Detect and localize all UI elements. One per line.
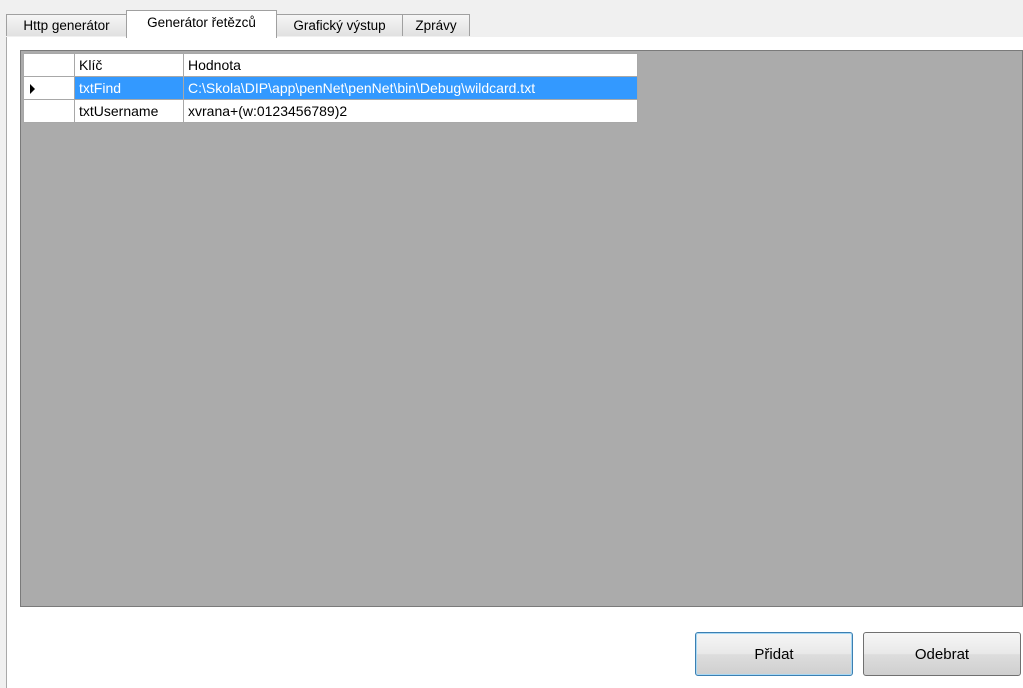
cell-value[interactable]: xvrana+(w:0123456789)2 (183, 99, 638, 123)
cell-value[interactable]: C:\Skola\DIP\app\penNet\penNet\bin\Debug… (183, 76, 638, 100)
grid-header-row: Klíč Hodnota (23, 53, 638, 77)
data-grid[interactable]: Klíč Hodnota txtFind C:\Skola\DIP\app\pe… (20, 50, 1023, 607)
row-header[interactable] (23, 99, 75, 123)
cell-key[interactable]: txtUsername (74, 99, 184, 123)
column-header-value[interactable]: Hodnota (183, 53, 638, 77)
grid-table: Klíč Hodnota txtFind C:\Skola\DIP\app\pe… (23, 53, 638, 123)
tab-string-generator[interactable]: Generátor řetězců (126, 10, 277, 38)
table-row[interactable]: txtUsername xvrana+(w:0123456789)2 (23, 99, 638, 123)
remove-button[interactable]: Odebrat (863, 632, 1021, 676)
tab-messages[interactable]: Zprávy (402, 14, 470, 36)
table-row[interactable]: txtFind C:\Skola\DIP\app\penNet\penNet\b… (23, 76, 638, 100)
row-header[interactable] (23, 76, 75, 100)
tab-strip: Http generátor Generátor řetězců Grafick… (0, 0, 1023, 40)
column-header-key[interactable]: Klíč (74, 53, 184, 77)
add-button[interactable]: Přidat (695, 632, 853, 676)
tab-graphic-output[interactable]: Grafický výstup (276, 14, 403, 36)
tab-http-generator[interactable]: Http generátor (6, 14, 127, 36)
cell-key[interactable]: txtFind (74, 76, 184, 100)
grid-corner-header[interactable] (23, 53, 75, 77)
current-row-arrow-icon (30, 84, 35, 95)
